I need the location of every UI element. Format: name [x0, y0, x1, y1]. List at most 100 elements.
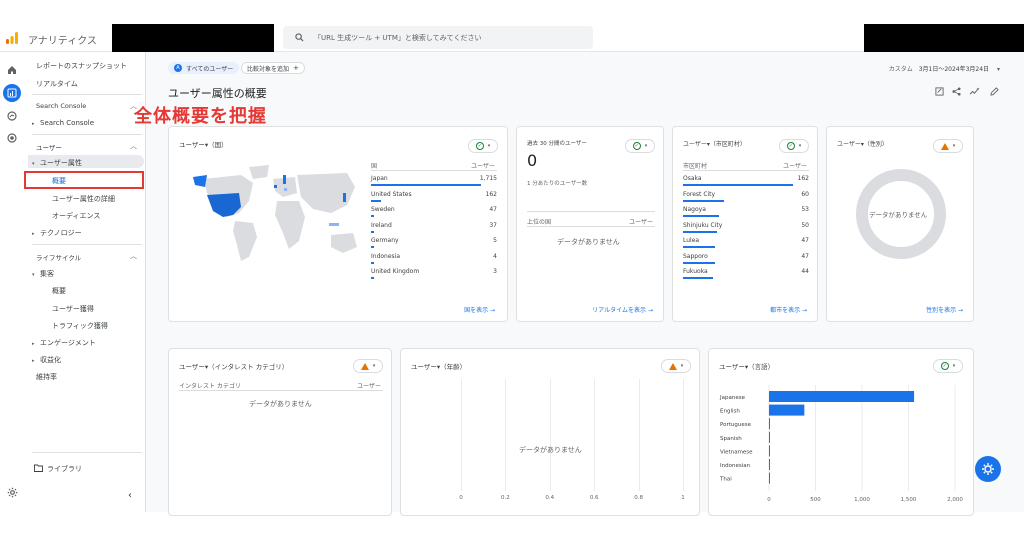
map-asia — [297, 173, 355, 213]
main-content: A すべてのユーザー 比較対象を追加 + カスタム 3月1日～2024年3月24… — [134, 52, 1024, 516]
status-badge[interactable]: ✓ ▾ — [779, 139, 809, 153]
chevron-up-icon[interactable]: ︿ — [130, 141, 137, 151]
table-row-label: Osaka — [683, 175, 702, 182]
caret-down-icon: ▾ — [32, 272, 35, 278]
bar[interactable] — [769, 418, 770, 430]
bar[interactable] — [769, 459, 770, 470]
collapse-sidebar-icon[interactable]: ‹ — [128, 490, 132, 501]
sidebar-item-user-attr-detail[interactable]: ユーザー属性の詳細 — [52, 194, 115, 204]
view-gender-link[interactable]: 性別を表示 → — [926, 305, 963, 314]
table-row-value: 50 — [801, 221, 809, 229]
annotation-text: 全体概要を把握 — [134, 106, 267, 127]
card-title[interactable]: ユーザー▾（言語） — [719, 361, 774, 371]
table-row-value: 1,715 — [479, 175, 497, 182]
sidebar-section-search-console[interactable]: Search Console — [36, 102, 86, 110]
card-title[interactable]: ユーザー▾（国） — [179, 139, 228, 149]
table-row-bar — [371, 230, 374, 233]
warning-badge[interactable]: ▾ — [933, 139, 963, 153]
all-users-chip[interactable]: A すべてのユーザー — [168, 62, 240, 74]
sidebar-divider — [32, 134, 142, 135]
home-icon[interactable] — [6, 64, 18, 76]
search-input[interactable]: 「URL 生成ツール + UTM」と検索してみてください — [283, 26, 593, 49]
status-badge[interactable]: ✓ ▾ — [468, 139, 498, 153]
explore-icon[interactable] — [6, 110, 18, 122]
sidebar-item-search-console[interactable]: ▸ Search Console — [32, 119, 94, 127]
sidebar-section-user[interactable]: ユーザー — [36, 142, 62, 152]
bar[interactable] — [769, 431, 770, 443]
table-row-label: Fukuoka — [683, 268, 708, 275]
settings-gear-icon[interactable] — [6, 486, 18, 498]
view-realtime-link[interactable]: リアルタイムを表示 → — [592, 305, 653, 314]
sidebar: レポートのスナップショット リアルタイム Search Console ︿ ▸ S… — [24, 52, 146, 512]
bar[interactable] — [769, 472, 770, 484]
map-sweden — [283, 175, 286, 184]
sidebar-item-user-attr[interactable]: ▾ ユーザー属性 — [32, 158, 82, 168]
table-row-value: 60 — [801, 190, 809, 198]
x-tick-label: 0.2 — [501, 495, 510, 501]
search-icon — [295, 33, 304, 42]
sidebar-item-user-acquisition[interactable]: ユーザー獲得 — [52, 304, 94, 314]
sidebar-item-retention[interactable]: 維持率 — [36, 372, 57, 382]
column-header-metric: ユーザー — [629, 219, 653, 226]
check-circle-icon: ✓ — [475, 142, 484, 150]
insights-icon[interactable] — [969, 87, 980, 98]
sidebar-item-traffic-acquisition[interactable]: トラフィック獲得 — [52, 321, 108, 331]
card-title[interactable]: ユーザー▾（市区町村） — [683, 139, 746, 148]
warning-badge[interactable]: ▾ — [353, 359, 383, 373]
sidebar-item-technology[interactable]: ▸ テクノロジー — [32, 228, 82, 238]
status-badge[interactable]: ✓ ▾ — [625, 139, 655, 153]
edit-report-icon[interactable] — [935, 87, 944, 98]
status-badge[interactable]: ✓ ▾ — [933, 359, 963, 373]
realtime-card: 過去 30 分間のユーザー ✓ ▾ 0 1 分あたりのユーザー数 上位の国 ユーザ… — [516, 126, 664, 322]
sidebar-item-monetization[interactable]: ▸ 収益化 — [32, 355, 61, 365]
warning-badge[interactable]: ▾ — [661, 359, 691, 373]
date-range-picker[interactable]: カスタム 3月1日～2024年3月24日 ▾ — [889, 64, 1000, 73]
column-divider — [371, 170, 497, 171]
reports-icon[interactable] — [3, 84, 21, 102]
table-row-value: 5 — [493, 237, 497, 244]
card-title[interactable]: ユーザー▾（性別） — [837, 139, 888, 148]
segment-icon: A — [174, 64, 182, 72]
pencil-icon[interactable] — [990, 87, 999, 98]
table-row-bar — [371, 246, 374, 248]
category-label: Spanish — [720, 436, 742, 442]
check-circle-icon: ✓ — [940, 362, 949, 370]
sidebar-item-snapshot[interactable]: レポートのスナップショット — [36, 61, 127, 71]
sidebar-item-acquisition[interactable]: ▾ 集客 — [32, 269, 54, 279]
bar[interactable] — [769, 404, 805, 416]
category-label: Japanese — [719, 395, 746, 401]
add-comparison-chip[interactable]: 比較対象を追加 + — [241, 62, 305, 74]
sidebar-item-library[interactable]: ライブラリ — [34, 464, 82, 474]
sidebar-section-lifecycle[interactable]: ライフサイクル — [36, 252, 81, 262]
date-range-value: 3月1日～2024年3月24日 — [918, 66, 990, 73]
realtime-value: 0 — [527, 151, 538, 170]
advertising-icon[interactable] — [6, 132, 18, 144]
table-row-bar — [371, 261, 374, 264]
x-tick-label: 0.6 — [589, 495, 599, 501]
sidebar-item-engagement[interactable]: ▸ エンゲージメント — [32, 338, 96, 348]
map-indonesia — [329, 223, 339, 226]
table-row-bar — [683, 215, 720, 217]
x-tick-label: 500 — [810, 497, 821, 503]
sidebar-item-acq-overview[interactable]: 概要 — [52, 286, 66, 296]
chevron-down-icon: ▾ — [952, 143, 956, 149]
table-row-bar — [683, 199, 724, 202]
sidebar-item-realtime[interactable]: リアルタイム — [36, 79, 78, 89]
card-title[interactable]: ユーザー▾（年齢） — [411, 361, 466, 371]
column-header-metric: ユーザー — [357, 383, 381, 390]
bar[interactable] — [769, 445, 770, 457]
sidebar-item-overview[interactable]: 概要 — [52, 176, 66, 186]
view-countries-link[interactable]: 国を表示 → — [464, 305, 495, 314]
share-icon[interactable] — [952, 87, 961, 98]
table-row-bar — [683, 246, 715, 248]
bar[interactable] — [769, 391, 915, 402]
chevron-up-icon[interactable]: ︿ — [130, 251, 137, 261]
map-africa — [275, 201, 305, 249]
card-title[interactable]: ユーザー▾（インタレスト カテゴリ） — [179, 361, 288, 371]
sidebar-item-audience[interactable]: オーディエンス — [52, 211, 100, 221]
assistant-button[interactable] — [975, 456, 1001, 482]
view-cities-link[interactable]: 都市を表示 → — [770, 305, 807, 314]
grid-line — [461, 379, 462, 491]
table-row-label: Sapporo — [683, 252, 708, 260]
x-tick-label: 0 — [459, 495, 463, 501]
